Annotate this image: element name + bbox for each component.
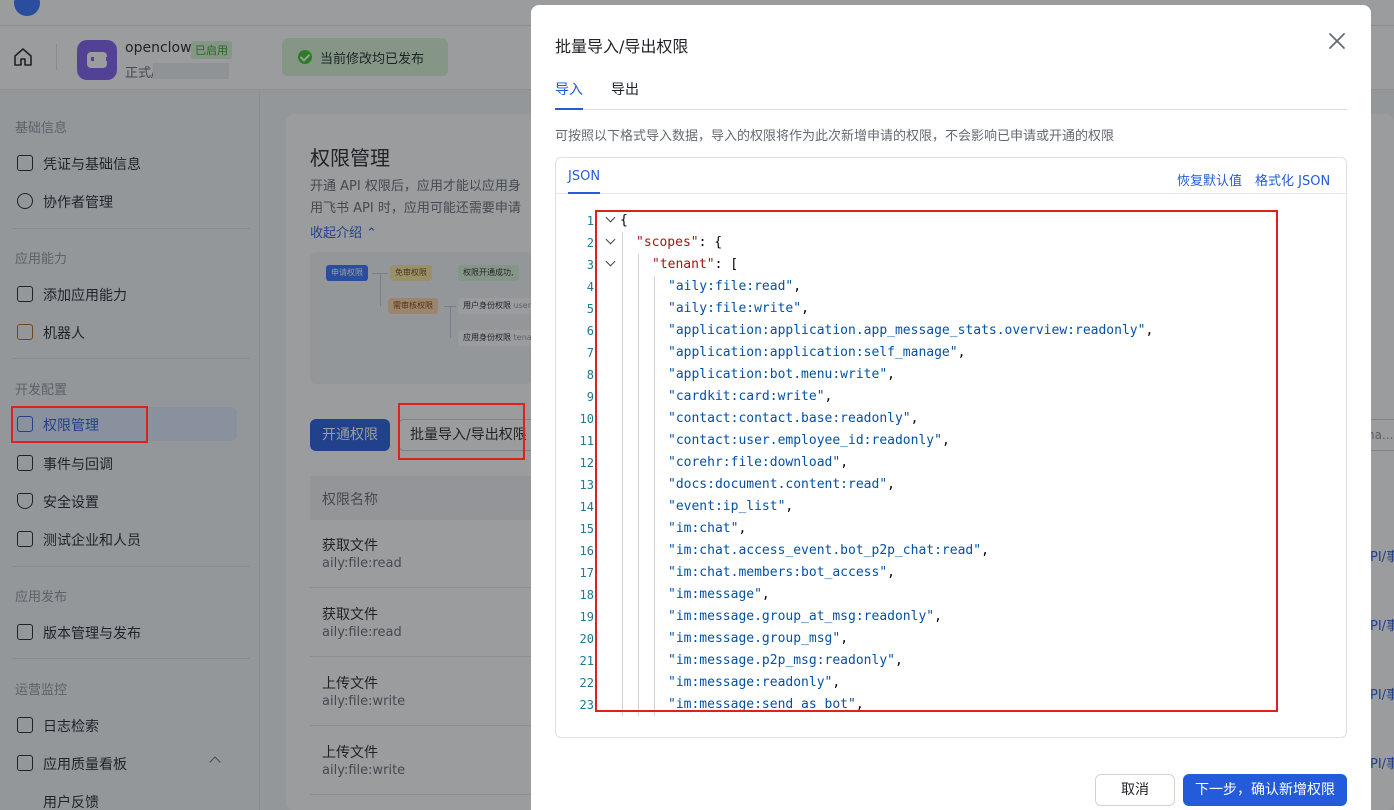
line-number: 9 xyxy=(586,390,594,404)
line-number: 15 xyxy=(579,522,594,536)
line-number: 4 xyxy=(586,280,594,294)
next-confirm-button[interactable]: 下一步，确认新增权限 xyxy=(1183,774,1347,806)
line-number: 19 xyxy=(579,610,594,624)
restore-default-button[interactable]: 恢复默认值 xyxy=(1177,170,1242,189)
line-number: 22 xyxy=(579,676,594,690)
line-number: 13 xyxy=(579,478,594,492)
line-number: 17 xyxy=(579,566,594,580)
editor-toolbar: JSON 恢复默认值 格式化 JSON xyxy=(556,158,1346,194)
tab-export[interactable]: 导出 xyxy=(611,79,639,110)
line-number: 14 xyxy=(579,500,594,514)
line-number: 7 xyxy=(586,346,594,360)
line-number: 12 xyxy=(579,456,594,470)
modal-footer: 取消 下一步，确认新增权限 xyxy=(531,770,1371,810)
tab-json[interactable]: JSON xyxy=(568,169,601,194)
line-number: 11 xyxy=(579,434,594,448)
cancel-button[interactable]: 取消 xyxy=(1095,774,1175,806)
line-number: 8 xyxy=(586,368,594,382)
modal-tabs: 导入 导出 xyxy=(555,75,1347,110)
line-number: 2 xyxy=(586,236,594,250)
line-number: 23 xyxy=(579,698,594,712)
line-number: 1 xyxy=(586,214,594,228)
tab-import[interactable]: 导入 xyxy=(555,79,583,110)
highlight-box-json xyxy=(595,210,1278,712)
format-json-button[interactable]: 格式化 JSON xyxy=(1255,170,1330,189)
import-hint: 可按照以下格式导入数据，导入的权限将作为此次新增申请的权限，不会影响已申请或开通… xyxy=(555,129,1115,144)
line-number: 3 xyxy=(586,258,594,272)
line-number: 20 xyxy=(579,632,594,646)
line-number: 5 xyxy=(586,302,594,316)
highlight-box-batch-button xyxy=(398,403,525,460)
line-number: 16 xyxy=(579,544,594,558)
line-number: 21 xyxy=(579,654,594,668)
line-number: 18 xyxy=(579,588,594,602)
highlight-box-sidebar xyxy=(11,406,148,443)
line-number: 6 xyxy=(586,324,594,338)
line-number: 10 xyxy=(579,412,594,426)
modal-title: 批量导入/导出权限 xyxy=(555,37,689,56)
close-icon[interactable] xyxy=(1327,31,1347,51)
